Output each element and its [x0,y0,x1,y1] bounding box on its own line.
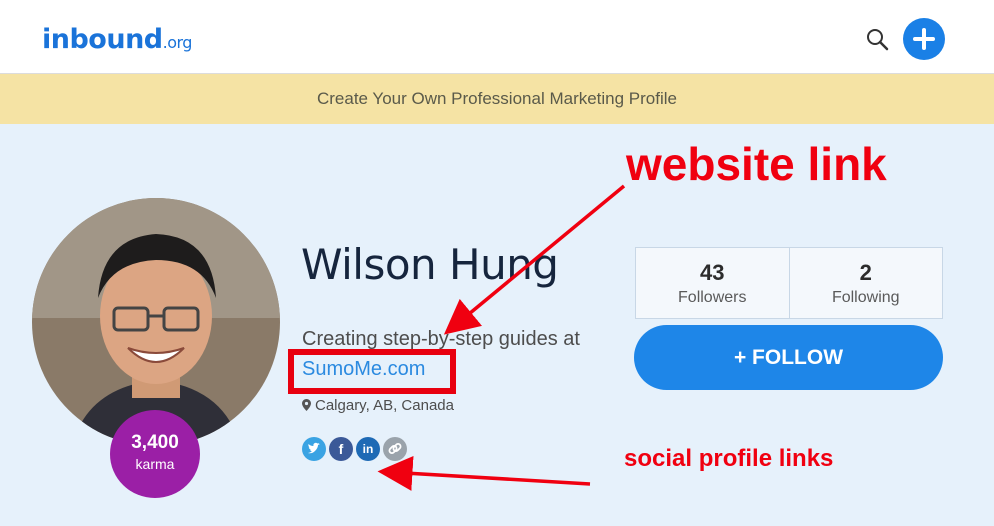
map-pin-icon [302,398,311,411]
facebook-icon[interactable]: f [329,437,353,461]
profile-name: Wilson Hung [301,240,559,289]
plus-icon[interactable] [903,18,945,60]
social-links: f in [302,437,410,461]
linkedin-icon[interactable]: in [356,437,380,461]
location: Calgary, AB, Canada [302,397,454,414]
profile-tagline: Creating step-by-step guides at [302,328,580,350]
website-link-annotation: website link [626,138,887,190]
karma-label: karma [135,456,175,472]
following-stat[interactable]: 2 Following [788,248,943,318]
logo-suffix: .org [162,33,193,52]
logo[interactable]: inbound.org [42,24,192,55]
karma-badge: 3,400 karma [110,410,200,498]
link-icon[interactable] [383,437,407,461]
top-navbar: inbound.org [0,0,994,74]
follow-button[interactable]: + FOLLOW [634,325,943,390]
followers-label: Followers [678,289,747,306]
avatar [32,198,280,446]
create-profile-banner[interactable]: Create Your Own Professional Marketing P… [0,74,994,124]
twitter-icon[interactable] [302,437,326,461]
follow-stats: 43 Followers 2 Following [635,247,943,319]
search-icon[interactable] [864,26,892,54]
following-count: 2 [859,260,872,285]
location-text: Calgary, AB, Canada [315,397,454,414]
social-links-annotation: social profile links [624,445,834,472]
social-arrow [377,455,591,491]
karma-value: 3,400 [131,432,179,453]
followers-count: 43 [700,260,725,285]
website-highlight-box [288,349,456,394]
logo-text: inbound [42,24,163,55]
following-label: Following [831,289,900,306]
followers-stat[interactable]: 43 Followers [636,248,789,318]
